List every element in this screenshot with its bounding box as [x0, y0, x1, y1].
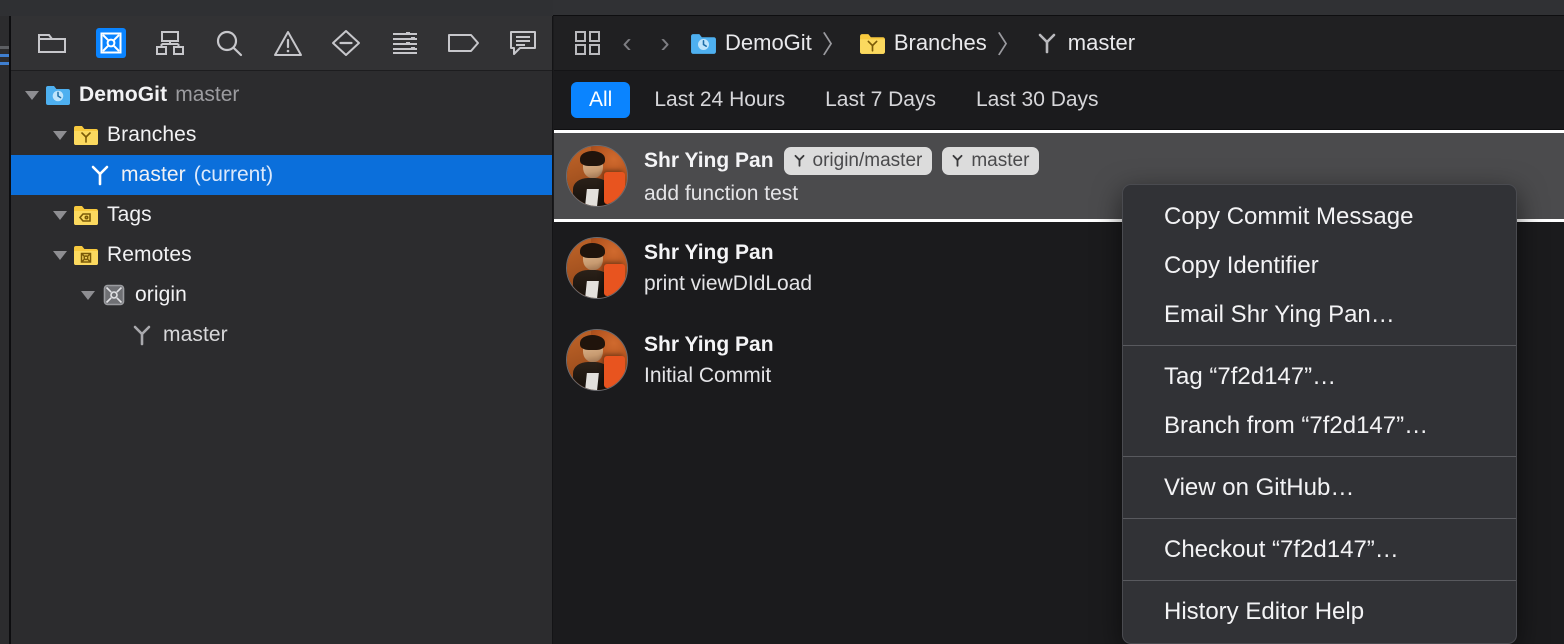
source-control-tree: DemoGit master Branches master (current): [11, 71, 552, 644]
tree-item-origin-master[interactable]: master: [11, 315, 552, 355]
tree-item-label: Tags: [107, 203, 152, 226]
project-navigator-icon[interactable]: [23, 23, 82, 63]
history-filter-tabs: All Last 24 Hours Last 7 Days Last 30 Da…: [554, 71, 1564, 129]
commit-list-scrollbar[interactable]: [1558, 130, 1564, 644]
tree-item-master-current[interactable]: master (current): [11, 155, 552, 195]
tab-last-24-hours[interactable]: Last 24 Hours: [638, 82, 801, 118]
commit-author: Shr Ying Pan: [644, 240, 774, 264]
navigator-selector-bar: [11, 16, 552, 71]
menu-group-checkout: Checkout “7f2d147”…: [1123, 525, 1516, 574]
branch-icon: [1034, 31, 1060, 55]
branch-icon: [950, 153, 965, 168]
menu-group-copy: Copy Commit Message Copy Identifier Emai…: [1123, 192, 1516, 339]
branch-icon: [127, 323, 157, 347]
tree-item-branches[interactable]: Branches: [11, 115, 552, 155]
tree-item-label: master: [163, 323, 228, 346]
remotes-folder-icon: [71, 244, 101, 266]
report-navigator-icon[interactable]: [493, 23, 552, 63]
window-title-strip: [0, 0, 1564, 16]
branches-folder-icon: [71, 124, 101, 146]
menu-group-tag-branch: Tag “7f2d147”… Branch from “7f2d147”…: [1123, 352, 1516, 450]
forward-button[interactable]: ›: [646, 23, 684, 63]
tree-item-sublabel: master: [175, 83, 240, 106]
ref-badge-origin-master: origin/master: [783, 146, 933, 175]
menu-separator: [1123, 580, 1516, 581]
debug-navigator-icon[interactable]: [376, 23, 435, 63]
avatar: [566, 237, 628, 299]
breadcrumb-item-branches[interactable]: Branches: [859, 30, 987, 56]
tree-item-label: master: [121, 163, 186, 186]
tree-item-label: Remotes: [107, 243, 192, 266]
ref-badge-master: master: [942, 146, 1040, 175]
left-edge-gutter: [0, 16, 11, 644]
breadcrumb-label: master: [1067, 30, 1136, 55]
tree-item-remotes[interactable]: Remotes: [11, 235, 552, 275]
disclosure-triangle-icon[interactable]: [49, 210, 71, 220]
avatar: [566, 329, 628, 391]
tree-item-tags[interactable]: Tags: [11, 195, 552, 235]
menu-separator: [1123, 518, 1516, 519]
tab-last-30-days[interactable]: Last 30 Days: [960, 82, 1115, 118]
menu-item-history-editor-help[interactable]: History Editor Help: [1123, 587, 1516, 636]
related-items-icon[interactable]: [568, 23, 608, 63]
menu-group-help: History Editor Help: [1123, 587, 1516, 636]
menu-group-github: View on GitHub…: [1123, 463, 1516, 512]
menu-item-copy-identifier[interactable]: Copy Identifier: [1123, 241, 1516, 290]
breakpoint-navigator-icon[interactable]: [434, 23, 493, 63]
disclosure-triangle-icon[interactable]: [21, 90, 43, 100]
tree-item-label: origin: [135, 283, 187, 306]
menu-item-copy-commit-message[interactable]: Copy Commit Message: [1123, 192, 1516, 241]
tab-last-7-days[interactable]: Last 7 Days: [809, 82, 952, 118]
breadcrumb-item-demogit[interactable]: DemoGit: [690, 30, 812, 56]
gutter-marks: [0, 46, 9, 72]
menu-item-branch-from-commit[interactable]: Branch from “7f2d147”…: [1123, 401, 1516, 450]
tab-all[interactable]: All: [571, 82, 631, 118]
breadcrumb-separator: 〉: [996, 31, 1022, 59]
window-title-strip-left: [0, 0, 553, 16]
source-control-navigator-icon[interactable]: [82, 23, 141, 63]
back-button[interactable]: ‹: [608, 23, 646, 63]
xcode-source-control-window: DemoGit master Branches master (current): [0, 0, 1564, 644]
issue-navigator-icon[interactable]: [258, 23, 317, 63]
commit-author: Shr Ying Pan: [644, 332, 774, 356]
disclosure-triangle-icon[interactable]: [49, 250, 71, 260]
breadcrumb-label: Branches: [893, 30, 987, 55]
tree-item-label: DemoGit: [79, 83, 168, 106]
tree-item-label: Branches: [107, 123, 197, 146]
tree-item-demogit[interactable]: DemoGit master: [11, 75, 552, 115]
breadcrumb: ‹ › DemoGit 〉 Branches 〉 master: [554, 16, 1564, 71]
repository-icon: [690, 32, 717, 55]
branch-icon: [792, 153, 807, 168]
breadcrumb-separator: 〉: [821, 31, 847, 59]
ref-badge-label: master: [971, 149, 1030, 171]
commit-context-menu[interactable]: Copy Commit Message Copy Identifier Emai…: [1122, 184, 1517, 644]
test-navigator-icon[interactable]: [317, 23, 376, 63]
symbol-navigator-icon[interactable]: [141, 23, 200, 63]
disclosure-triangle-icon[interactable]: [49, 130, 71, 140]
avatar: [566, 145, 628, 207]
menu-item-checkout-commit[interactable]: Checkout “7f2d147”…: [1123, 525, 1516, 574]
menu-separator: [1123, 456, 1516, 457]
find-navigator-icon[interactable]: [199, 23, 258, 63]
branch-icon: [85, 163, 115, 187]
tags-folder-icon: [71, 204, 101, 226]
menu-item-email-author[interactable]: Email Shr Ying Pan…: [1123, 290, 1516, 339]
tree-item-origin[interactable]: origin: [11, 275, 552, 315]
tree-item-sublabel: (current): [193, 163, 274, 186]
menu-separator: [1123, 345, 1516, 346]
menu-item-view-on-github[interactable]: View on GitHub…: [1123, 463, 1516, 512]
disclosure-triangle-icon[interactable]: [77, 290, 99, 300]
navigator-panel: DemoGit master Branches master (current): [11, 16, 553, 644]
branches-folder-icon: [859, 32, 886, 55]
breadcrumb-item-master[interactable]: master: [1034, 30, 1135, 56]
menu-item-tag-commit[interactable]: Tag “7f2d147”…: [1123, 352, 1516, 401]
ref-badge-label: origin/master: [812, 149, 923, 171]
repository-icon: [43, 84, 73, 106]
remote-icon: [99, 283, 129, 307]
breadcrumb-label: DemoGit: [725, 30, 812, 55]
commit-author: Shr Ying Pan: [644, 148, 774, 172]
